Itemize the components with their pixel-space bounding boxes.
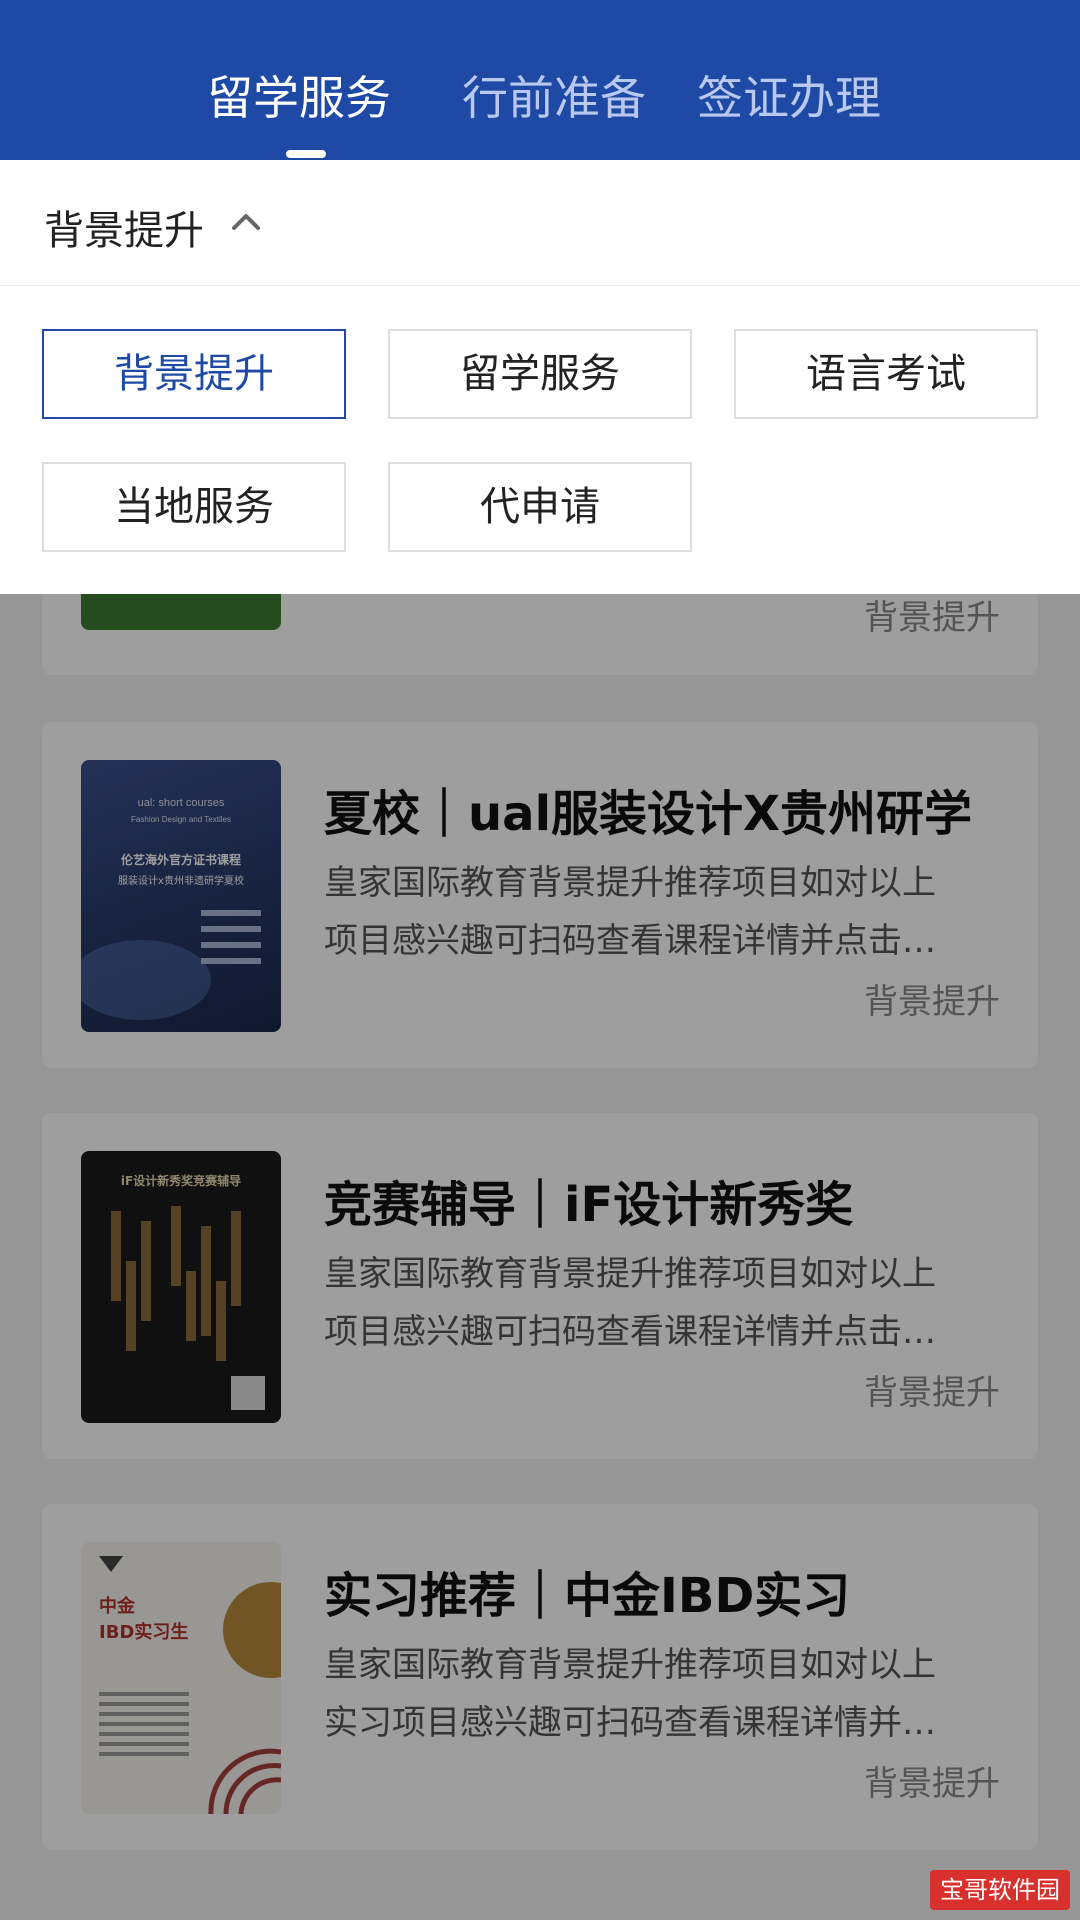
option-local-services[interactable]: 当地服务 [42,462,346,552]
option-study-abroad-services[interactable]: 留学服务 [388,329,692,419]
dropdown-selected-label: 背景提升 [44,208,204,254]
category-dropdown: 背景提升 背景提升 留学服务 语言考试 当地服务 代申请 [0,160,1080,594]
option-language-exam[interactable]: 语言考试 [734,329,1038,419]
option-background-improvement[interactable]: 背景提升 [42,329,346,419]
option-application-agency[interactable]: 代申请 [388,462,692,552]
dropdown-backdrop[interactable] [0,594,1080,1920]
chevron-up-icon [232,214,260,230]
watermark: 宝哥软件园 [930,1870,1070,1910]
dropdown-header[interactable]: 背景提升 [0,160,1080,286]
